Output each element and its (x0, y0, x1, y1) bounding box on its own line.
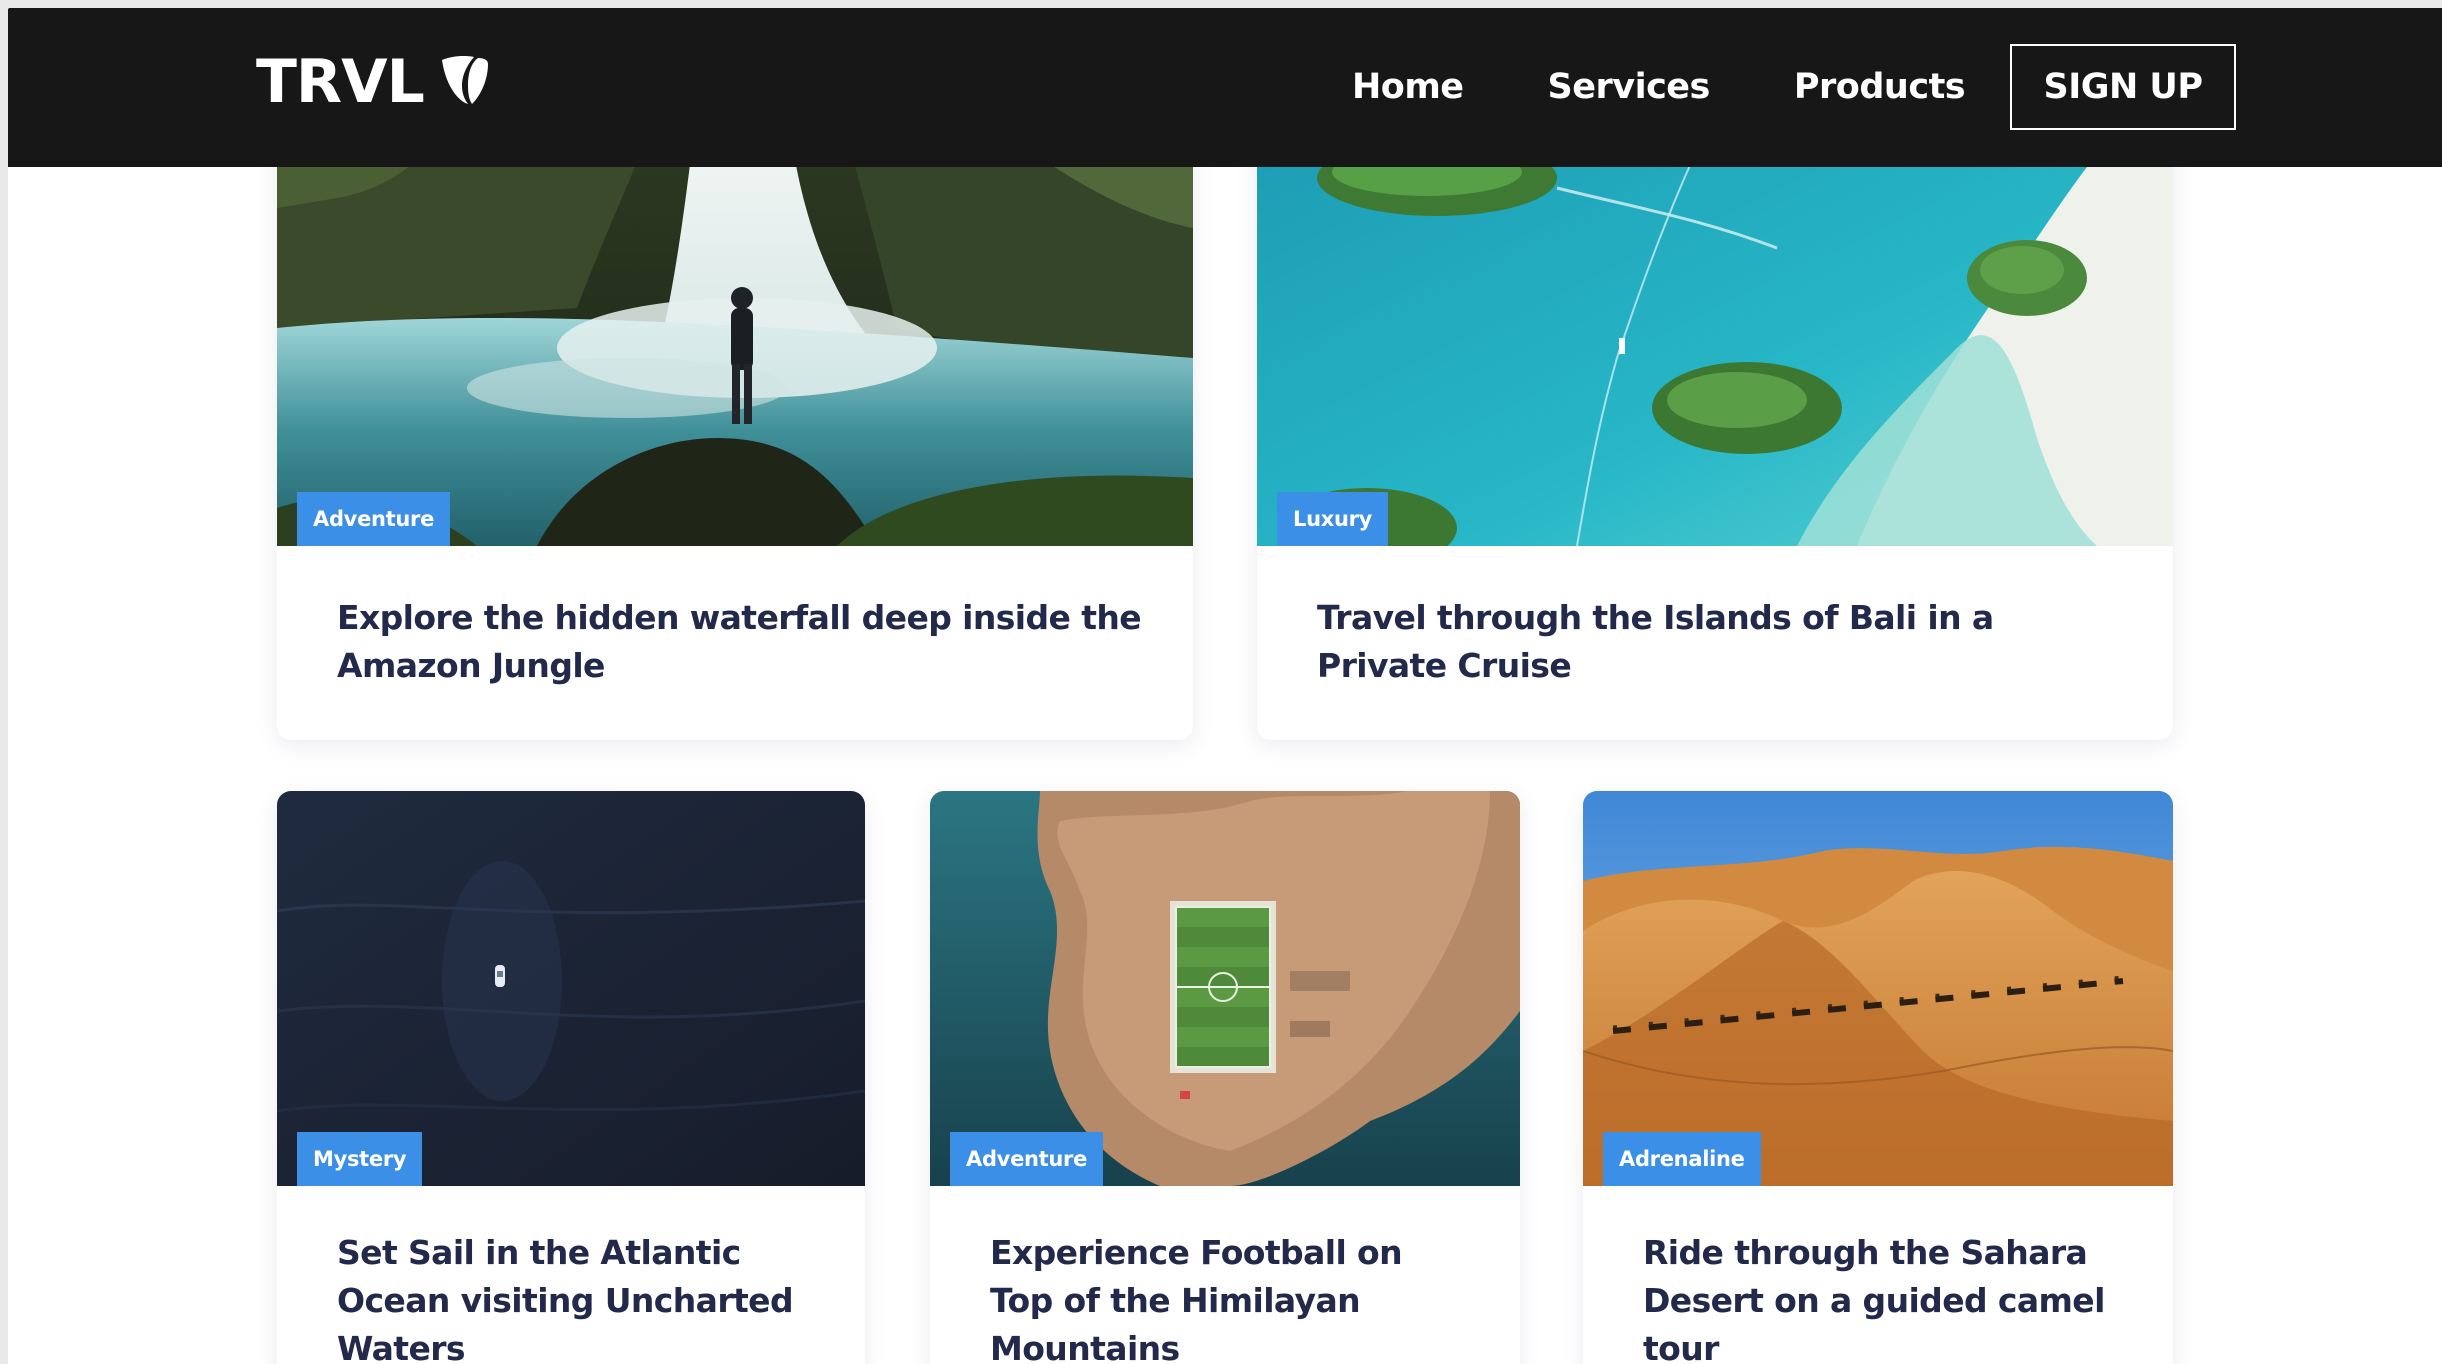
nav-link-products[interactable]: Products (1794, 70, 1966, 105)
main-nav: Home Services Products (1352, 70, 1966, 105)
aerial-islands-photo: Luxury (1257, 108, 2173, 546)
category-badge[interactable]: Luxury (1277, 492, 1389, 546)
browser-viewport: TRVL Home Services Products SIGN UP Adve… (8, 8, 2442, 1364)
card-title[interactable]: Travel through the Islands of Bali in a … (1317, 594, 2123, 690)
trip-card-atlantic-ocean[interactable]: Mystery Set Sail in the Atlantic Ocean v… (277, 791, 865, 1364)
trip-card-sahara-desert[interactable]: Adrenaline Ride through the Sahara Deser… (1583, 791, 2173, 1364)
trip-card-bali-islands[interactable]: Luxury Travel through the Islands of Bal… (1257, 108, 2173, 740)
site-logo[interactable]: TRVL (256, 52, 490, 112)
card-title[interactable]: Experience Football on Top of the Himila… (990, 1229, 1470, 1364)
card-title[interactable]: Set Sail in the Atlantic Ocean visiting … (337, 1229, 815, 1364)
category-badge[interactable]: Adrenaline (1603, 1132, 1761, 1186)
nav-link-home[interactable]: Home (1352, 70, 1464, 105)
desert-camels-photo: Adrenaline (1583, 791, 2173, 1186)
navbar: TRVL Home Services Products SIGN UP (8, 8, 2442, 167)
trip-card-waterfall[interactable]: Adventure Explore the hidden waterfall d… (277, 108, 1193, 740)
island-football-field-photo: Adventure (930, 791, 1520, 1186)
nav-link-services[interactable]: Services (1548, 70, 1711, 105)
card-title[interactable]: Explore the hidden waterfall deep inside… (337, 594, 1143, 690)
sign-up-button[interactable]: SIGN UP (2010, 44, 2236, 130)
card-title[interactable]: Ride through the Sahara Desert on a guid… (1643, 1229, 2123, 1364)
trip-card-football-mountain[interactable]: Adventure Experience Football on Top of … (930, 791, 1520, 1364)
category-badge[interactable]: Adventure (950, 1132, 1104, 1186)
category-badge[interactable]: Adventure (297, 492, 451, 546)
logo-text: TRVL (256, 47, 425, 117)
typo3-shield-icon (441, 56, 488, 104)
ocean-boat-photo: Mystery (277, 791, 865, 1186)
category-badge[interactable]: Mystery (297, 1132, 423, 1186)
waterfall-photo: Adventure (277, 108, 1193, 546)
